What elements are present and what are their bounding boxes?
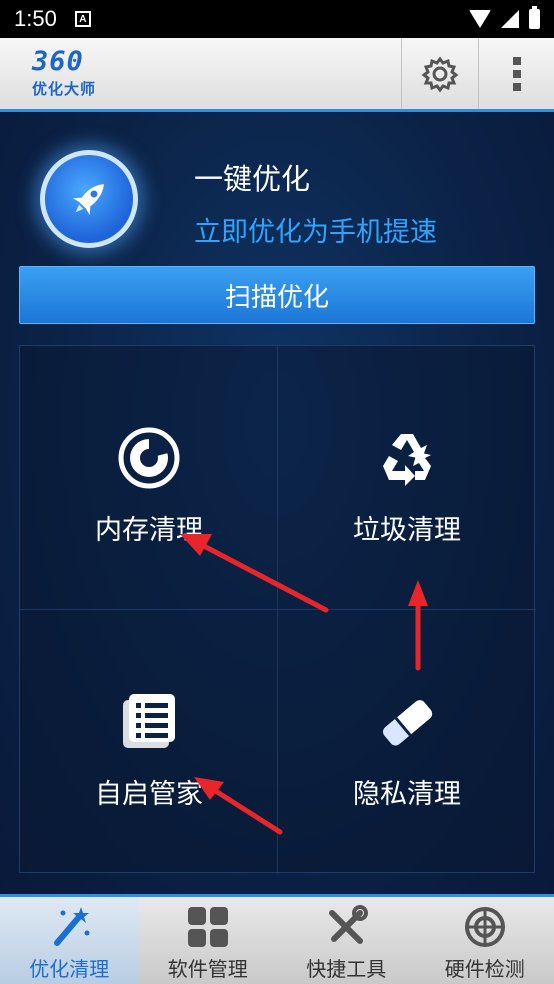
bottom-nav: 优化清理 软件管理 快捷工具 硬件检测 <box>0 894 554 984</box>
nav-label: 硬件检测 <box>444 957 525 981</box>
more-menu-button[interactable] <box>478 38 554 109</box>
tool-label: 自启管家 <box>95 779 203 810</box>
nav-tab-optimize-clean[interactable]: 优化清理 <box>0 897 139 984</box>
tools-icon <box>329 905 369 944</box>
wifi-icon <box>469 10 491 28</box>
nav-label: 软件管理 <box>167 957 248 981</box>
status-indicators <box>469 6 540 29</box>
nav-label: 快捷工具 <box>306 957 387 981</box>
nav-tab-software-manager[interactable]: 软件管理 <box>139 897 278 984</box>
more-vertical-icon <box>512 56 521 91</box>
one-key-optimize-button[interactable] <box>40 150 138 248</box>
logo-text: 优化大师 <box>32 80 97 98</box>
status-bar: 1:50 A <box>0 0 554 38</box>
memory-clean-icon <box>118 427 180 489</box>
scan-optimize-button[interactable]: 扫描优化 <box>19 266 535 324</box>
nav-tab-quick-tools[interactable]: 快捷工具 <box>277 897 416 984</box>
eraser-icon <box>383 700 433 746</box>
notification-icon: A <box>74 11 91 27</box>
tool-label: 内存清理 <box>95 515 203 546</box>
tool-label: 垃圾清理 <box>353 515 461 546</box>
gear-icon <box>421 56 458 92</box>
optimize-title: 一键优化 <box>194 162 311 196</box>
rocket-icon <box>72 184 104 216</box>
settings-button[interactable] <box>401 38 477 109</box>
tools-grid: 内存清理 垃圾清理 自启管家 隐私清理 <box>19 345 536 874</box>
cellular-signal-icon <box>501 10 519 28</box>
tool-junk-clean[interactable]: 垃圾清理 <box>278 346 536 610</box>
app-bar: 360 优化大师 <box>0 38 554 112</box>
magic-wand-icon <box>54 907 90 946</box>
recycle-icon <box>383 434 431 486</box>
nav-tab-hardware-check[interactable]: 硬件检测 <box>416 897 554 984</box>
logo-number: 360 <box>32 46 84 77</box>
tool-privacy-clean[interactable]: 隐私清理 <box>278 610 536 874</box>
tool-autostart-manager[interactable]: 自启管家 <box>20 610 278 874</box>
crosshair-icon <box>464 907 505 947</box>
optimize-subtitle[interactable]: 立即优化为手机提速 <box>194 210 437 249</box>
apps-grid-icon <box>187 907 228 947</box>
status-time: 1:50 <box>14 6 57 31</box>
battery-icon <box>529 6 540 29</box>
app-logo: 360 优化大师 <box>32 48 96 99</box>
nav-label: 优化清理 <box>29 957 110 981</box>
list-doc-icon <box>123 694 175 748</box>
tool-label: 隐私清理 <box>353 779 461 810</box>
tool-memory-clean[interactable]: 内存清理 <box>20 346 278 610</box>
